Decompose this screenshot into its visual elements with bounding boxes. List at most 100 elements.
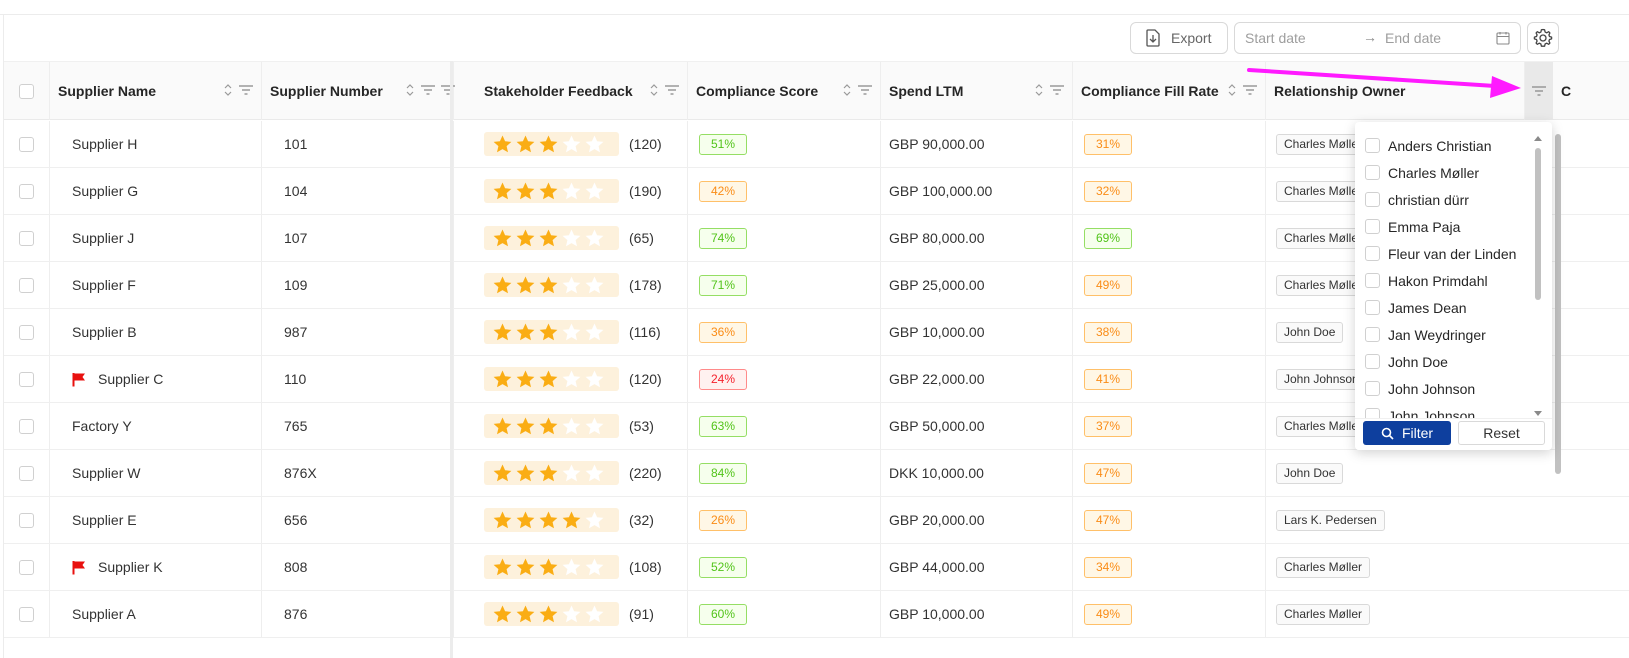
filter-list-scrollbar[interactable] [1533,134,1543,418]
option-checkbox[interactable] [1365,192,1380,207]
apply-filter-button[interactable]: Filter [1363,421,1451,445]
option-checkbox[interactable] [1365,327,1380,342]
column-header-spend-ltm[interactable]: Spend LTM [881,62,1073,120]
filter-option[interactable]: Charles Møller [1355,159,1535,186]
settings-button[interactable] [1527,22,1559,54]
scroll-up-icon[interactable] [1533,134,1543,142]
column-header-relationship-owner[interactable]: Relationship Owner [1266,62,1525,120]
row-checkbox[interactable] [19,230,34,246]
row-checkbox[interactable] [19,324,34,340]
sort-icon[interactable] [649,83,659,97]
filter-option[interactable]: James Dean [1355,294,1535,321]
supplier-name-cell[interactable]: Supplier F [50,262,262,308]
filter-icon[interactable] [239,84,253,96]
column-header-stakeholder-feedback[interactable]: Stakeholder Feedback [476,62,688,120]
header-select-all[interactable] [4,62,50,120]
filter-option[interactable]: christian dürr [1355,186,1535,213]
column-header-next[interactable]: C [1553,62,1629,120]
row-checkbox[interactable] [19,183,34,199]
option-checkbox[interactable] [1365,273,1380,288]
supplier-name-cell[interactable]: Supplier E [50,497,262,543]
table-row[interactable]: Supplier A 876 (91) 60% GBP 10,000.00 49% Char… [4,591,1629,638]
filter-option[interactable]: Anders Christian [1355,132,1535,159]
option-checkbox[interactable] [1365,246,1380,261]
row-checkbox[interactable] [19,512,34,528]
row-select-cell[interactable] [4,497,50,543]
row-select-cell[interactable] [4,591,50,637]
sort-icon[interactable] [405,83,415,97]
filter-icon[interactable] [1532,85,1546,97]
sort-icon[interactable] [223,83,233,97]
supplier-name-cell[interactable]: Supplier W [50,450,262,496]
row-select-cell[interactable] [4,215,50,261]
row-select-cell[interactable] [4,121,50,167]
option-checkbox[interactable] [1365,138,1380,153]
row-select-cell[interactable] [4,544,50,590]
supplier-name-cell[interactable]: Supplier G [50,168,262,214]
supplier-name-cell[interactable]: Supplier K [50,544,262,590]
export-button[interactable]: Export [1130,22,1228,54]
filter-option[interactable]: Hakon Primdahl [1355,267,1535,294]
start-date-input[interactable]: Start date [1245,30,1306,46]
row-select-cell[interactable] [4,168,50,214]
supplier-name[interactable]: Supplier K [98,559,163,575]
supplier-name-cell[interactable]: Factory Y [50,403,262,449]
table-row[interactable]: Supplier W 876X (220) 84% DKK 10,000.00 47% Jo… [4,450,1629,497]
supplier-name[interactable]: Supplier F [72,277,136,293]
column-header-supplier-number[interactable]: Supplier Number [262,62,455,120]
scrollbar-thumb[interactable] [1555,134,1561,474]
option-checkbox[interactable] [1365,381,1380,396]
column-header-compliance-score[interactable]: Compliance Score [688,62,881,120]
supplier-name[interactable]: Supplier A [72,606,136,622]
row-checkbox[interactable] [19,277,34,293]
sort-icon[interactable] [1227,83,1237,97]
select-all-checkbox[interactable] [19,83,34,99]
filter-option[interactable]: John Johnson [1355,375,1535,402]
filter-option[interactable]: Fleur van der Linden [1355,240,1535,267]
option-checkbox[interactable] [1365,300,1380,315]
relationship-owner-filter-trigger[interactable] [1525,62,1553,120]
row-checkbox[interactable] [19,136,34,152]
supplier-name-cell[interactable]: Supplier J [50,215,262,261]
sort-icon[interactable] [1034,83,1044,97]
column-header-supplier-name[interactable]: Supplier Name [50,62,262,120]
row-select-cell[interactable] [4,309,50,355]
supplier-name[interactable]: Supplier J [72,230,134,246]
column-header-compliance-fill-rate[interactable]: Compliance Fill Rate [1073,62,1266,120]
option-checkbox[interactable] [1365,165,1380,180]
filter-option[interactable]: Emma Paja [1355,213,1535,240]
table-row[interactable]: Supplier E 656 (32) 26% GBP 20,000.00 47% Lars… [4,497,1629,544]
end-date-input[interactable]: End date [1385,30,1441,46]
row-checkbox[interactable] [19,606,34,622]
filter-option[interactable]: Jan Weydringer [1355,321,1535,348]
row-select-cell[interactable] [4,450,50,496]
row-checkbox[interactable] [19,418,34,434]
supplier-name[interactable]: Supplier W [72,465,140,481]
supplier-name[interactable]: Supplier H [72,136,137,152]
reset-filter-button[interactable]: Reset [1458,421,1545,445]
row-checkbox[interactable] [19,465,34,481]
table-scrollbar[interactable] [1554,124,1562,624]
supplier-name-cell[interactable]: Supplier H [50,121,262,167]
filter-icon[interactable] [1050,84,1064,96]
row-select-cell[interactable] [4,403,50,449]
scroll-down-icon[interactable] [1533,410,1543,418]
sort-icon[interactable] [842,83,852,97]
row-checkbox[interactable] [19,559,34,575]
filter-icon[interactable] [421,84,435,96]
option-checkbox[interactable] [1365,219,1380,234]
filter-icon[interactable] [858,84,872,96]
supplier-name-cell[interactable]: Supplier B [50,309,262,355]
supplier-name[interactable]: Supplier C [98,371,163,387]
filter-icon[interactable] [665,84,679,96]
row-checkbox[interactable] [19,371,34,387]
supplier-name[interactable]: Supplier G [72,183,138,199]
supplier-name[interactable]: Factory Y [72,418,132,434]
supplier-name[interactable]: Supplier E [72,512,137,528]
filter-icon[interactable] [1243,84,1257,96]
option-checkbox[interactable] [1365,354,1380,369]
supplier-name[interactable]: Supplier B [72,324,137,340]
table-row[interactable]: Supplier K 808 (108) 52% GBP 44,000.00 34% Cha… [4,544,1629,591]
scrollbar-thumb[interactable] [1535,148,1541,300]
row-select-cell[interactable] [4,262,50,308]
